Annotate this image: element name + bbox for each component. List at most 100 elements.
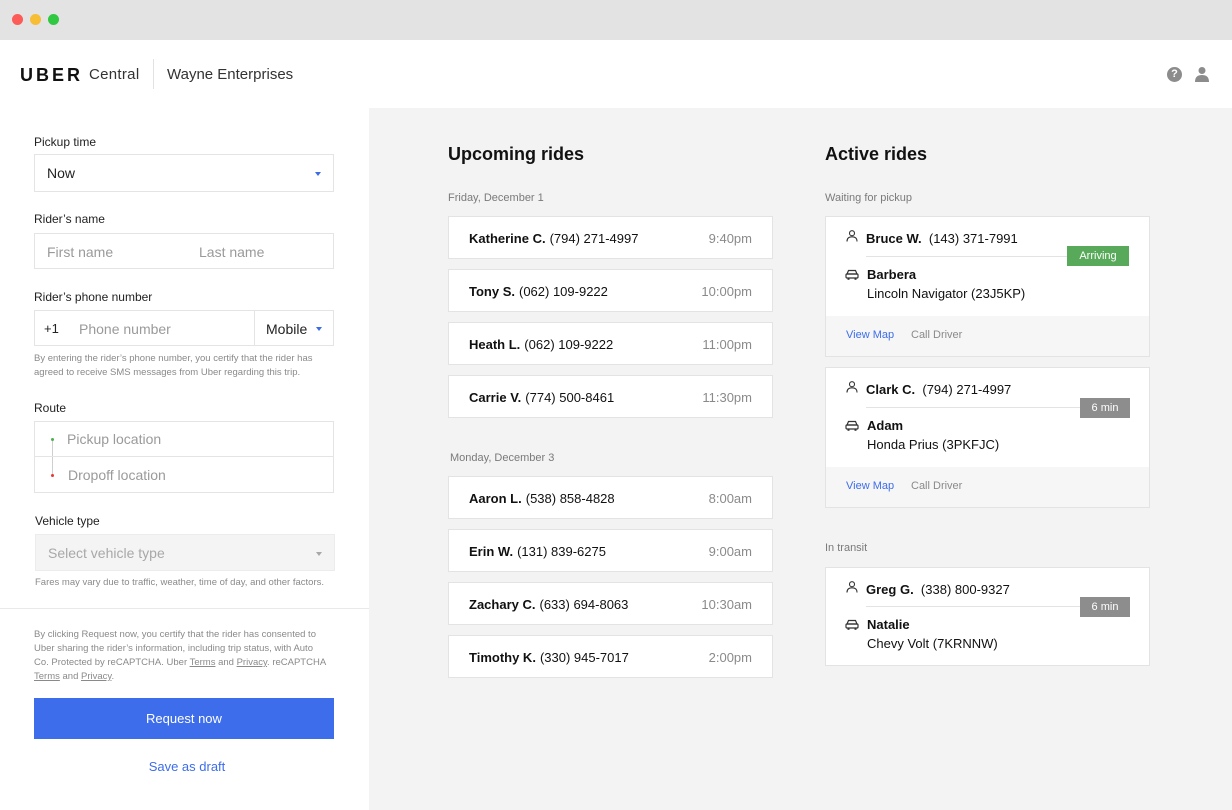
phone-label: Rider’s phone number — [34, 290, 153, 304]
active-rider-phone: (338) 800-9327 — [920, 582, 1010, 597]
rider-name: Timothy K. (330) 945-7017 — [469, 650, 629, 665]
phone-number-input[interactable]: Phone number — [67, 310, 255, 346]
active-ride-card[interactable]: Bruce W. (143) 371-7991 Arriving Barbera… — [825, 216, 1150, 357]
card-actions: View Map Call Driver — [826, 467, 1149, 507]
upcoming-ride-card[interactable]: Heath L. (062) 109-9222 11:00pm — [448, 322, 773, 365]
rider-name-text: Carrie V. — [469, 390, 522, 405]
phone-type-value: Mobile — [266, 321, 308, 337]
driver-name: Adam — [867, 418, 904, 433]
rider-name: Heath L. (062) 109-9222 — [469, 337, 613, 352]
fare-note: Fares may vary due to traffic, weather, … — [35, 577, 325, 588]
rider-phone: (062) 109-9222 — [518, 284, 608, 299]
pickup-location-input[interactable]: Pickup location — [35, 422, 333, 457]
upcoming-ride-card[interactable]: Tony S. (062) 109-9222 10:00pm — [448, 269, 773, 312]
request-now-button[interactable]: Request now — [34, 698, 334, 739]
vehicle-type-placeholder: Select vehicle type — [48, 545, 165, 561]
driver-name: Barbera — [867, 267, 917, 282]
rider-phone: (538) 858-4828 — [525, 491, 615, 506]
rider-name: Katherine C. (794) 271-4997 — [469, 231, 638, 246]
active-rider: Bruce W. (143) 371-7991 — [866, 231, 1018, 246]
driver-name: Natalie — [867, 617, 910, 632]
upcoming-ride-card[interactable]: Erin W. (131) 839-6275 9:00am — [448, 529, 773, 572]
rider-name-text: Zachary C. — [469, 597, 536, 612]
view-map-link[interactable]: View Map — [846, 480, 894, 492]
car-icon — [845, 269, 859, 280]
active-rider: Clark C. (794) 271-4997 — [866, 382, 1011, 397]
phone-number-placeholder: Phone number — [79, 321, 171, 337]
call-driver-link[interactable]: Call Driver — [911, 480, 962, 492]
recaptcha-terms-link[interactable]: Terms — [34, 671, 60, 682]
vehicle-type-select[interactable]: Select vehicle type — [35, 534, 335, 571]
rider-name-text: Tony S. — [469, 284, 515, 299]
eta-badge: 6 min — [1080, 597, 1130, 617]
pickup-time: 9:40pm — [708, 231, 752, 246]
and-text: and — [59, 671, 82, 682]
brand-logo[interactable]: UBER — [20, 65, 83, 86]
upcoming-rides-title: Upcoming rides — [448, 144, 585, 164]
brand-product-name: Central — [89, 66, 140, 83]
vehicle-info: Chevy Volt (7KRNNW) — [867, 636, 998, 651]
ride-progress-line — [866, 256, 1069, 257]
privacy-link[interactable]: Privacy — [237, 657, 267, 668]
active-rider-name: Bruce W. — [866, 231, 922, 246]
pickup-time: 11:00pm — [702, 337, 752, 352]
vehicle-type-label: Vehicle type — [35, 514, 100, 528]
card-actions: View Map Call Driver — [826, 316, 1149, 356]
rider-name: Erin W. (131) 839-6275 — [469, 544, 606, 559]
active-rider: Greg G. (338) 800-9327 — [866, 582, 1010, 597]
organization-name: Wayne Enterprises — [167, 66, 294, 83]
terms-link[interactable]: Terms — [190, 657, 216, 668]
active-rider-phone: (794) 271-4997 — [922, 382, 1012, 397]
country-code-value: +1 — [44, 321, 59, 336]
active-rider-name: Greg G. — [866, 582, 914, 597]
pickup-time: 9:00am — [708, 544, 752, 559]
call-driver-link[interactable]: Call Driver — [911, 329, 962, 341]
save-as-draft-link[interactable]: Save as draft — [34, 759, 340, 774]
recaptcha-privacy-link[interactable]: Privacy — [81, 671, 111, 682]
pickup-time: 8:00am — [708, 491, 752, 506]
rider-phone: (062) 109-9222 — [524, 337, 614, 352]
upcoming-group-date: Monday, December 3 — [450, 452, 555, 464]
vehicle-info: Honda Prius (3PKFJC) — [867, 437, 1000, 452]
first-name-input[interactable]: First name — [34, 233, 184, 269]
upcoming-ride-card[interactable]: Aaron L. (538) 858-4828 8:00am — [448, 476, 773, 519]
sms-consent-note: By entering the rider’s phone number, yo… — [34, 353, 313, 378]
pickup-time-label: Pickup time — [34, 135, 97, 149]
help-icon[interactable]: ? — [1167, 67, 1182, 82]
maximize-window-button[interactable] — [48, 14, 59, 25]
active-ride-card[interactable]: Clark C. (794) 271-4997 6 min Adam Honda… — [825, 367, 1150, 508]
form-divider — [0, 608, 369, 609]
upcoming-ride-card[interactable]: Katherine C. (794) 271-4997 9:40pm — [448, 216, 773, 259]
pickup-time-select[interactable]: Now — [34, 154, 334, 192]
user-account-icon[interactable] — [1195, 66, 1209, 82]
active-ride-card[interactable]: Greg G. (338) 800-9327 6 min Natalie Che… — [825, 567, 1150, 666]
phone-type-select[interactable]: Mobile — [254, 310, 334, 346]
upcoming-ride-card[interactable]: Timothy K. (330) 945-7017 2:00pm — [448, 635, 773, 678]
view-map-link[interactable]: View Map — [846, 329, 894, 341]
rider-name-text: Heath L. — [469, 337, 521, 352]
pickup-location-placeholder: Pickup location — [67, 431, 162, 447]
rider-name-text: Katherine C. — [469, 231, 546, 246]
consent-note: By clicking Request now, you certify tha… — [34, 628, 330, 684]
window-titlebar — [0, 0, 1232, 40]
in-transit-label: In transit — [825, 542, 868, 554]
car-icon — [845, 619, 859, 630]
vehicle-info: Lincoln Navigator (23J5KP) — [867, 286, 1026, 301]
ride-progress-line — [866, 407, 1081, 408]
chevron-down-icon — [316, 552, 322, 556]
pickup-time-value: Now — [47, 165, 76, 181]
active-rider-name: Clark C. — [866, 382, 916, 397]
upcoming-ride-card[interactable]: Zachary C. (633) 694-8063 10:30am — [448, 582, 773, 625]
rider-phone: (633) 694-8063 — [539, 597, 629, 612]
dropoff-location-input[interactable]: Dropoff location — [35, 458, 333, 492]
last-name-input[interactable]: Last name — [183, 233, 334, 269]
minimize-window-button[interactable] — [30, 14, 41, 25]
eta-badge: 6 min — [1080, 398, 1130, 418]
dropoff-location-placeholder: Dropoff location — [68, 467, 166, 483]
rider-name: Carrie V. (774) 500-8461 — [469, 390, 614, 405]
country-code-select[interactable]: +1 — [34, 310, 68, 346]
close-window-button[interactable] — [12, 14, 23, 25]
waiting-for-pickup-label: Waiting for pickup — [825, 192, 913, 204]
upcoming-ride-card[interactable]: Carrie V. (774) 500-8461 11:30pm — [448, 375, 773, 418]
header-divider — [153, 59, 154, 89]
